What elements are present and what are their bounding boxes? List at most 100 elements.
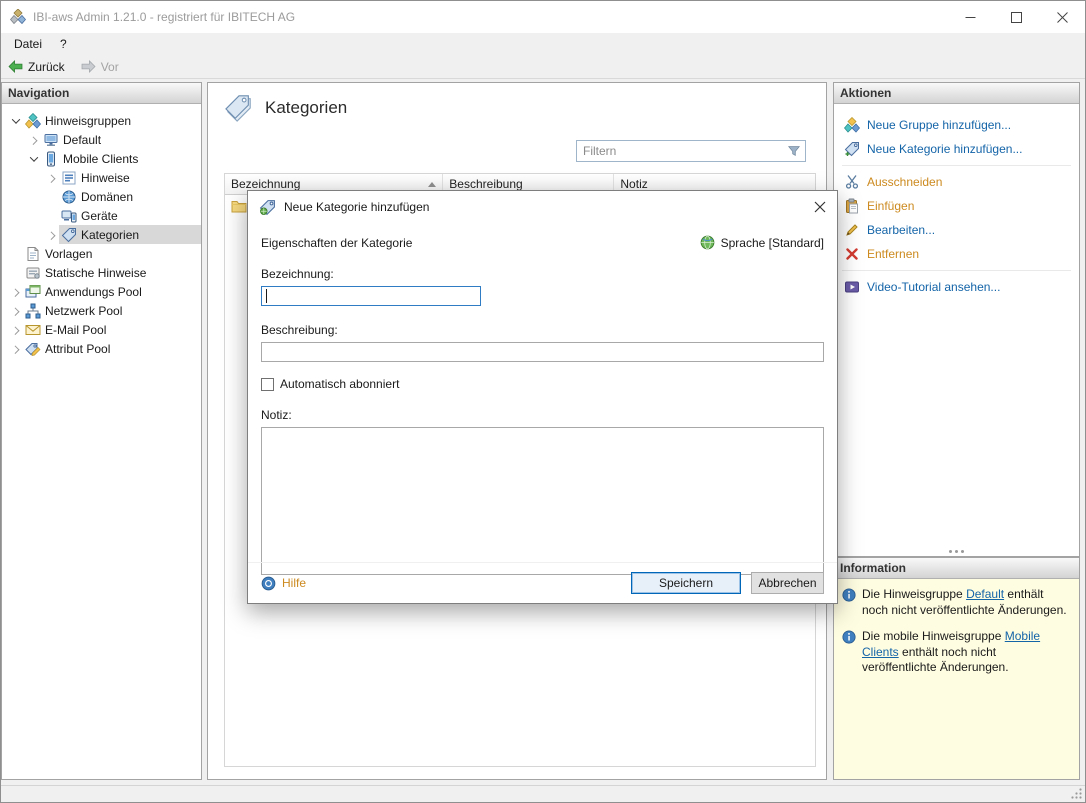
no-chevron: [44, 189, 59, 204]
dialog-footer: Hilfe Speichern Abbrechen: [248, 562, 837, 603]
cancel-button[interactable]: Abbrechen: [751, 572, 824, 594]
sidebar-item-hinweise[interactable]: Hinweise: [2, 168, 201, 187]
status-bar: [1, 785, 1085, 802]
sidebar-item-label: Netzwerk Pool: [45, 304, 122, 318]
attribute-pool-icon: [25, 341, 41, 357]
sidebar-item-statische-hinweise[interactable]: Statische Hinweise: [2, 263, 201, 282]
no-chevron: [8, 265, 23, 280]
no-chevron: [44, 208, 59, 223]
sidebar-item-label: Hinweisgruppen: [45, 114, 131, 128]
auto-subscribe-checkbox[interactable]: [261, 378, 274, 391]
chevron-right-icon[interactable]: [44, 227, 59, 242]
forward-label: Vor: [101, 60, 119, 74]
sidebar-item-hinweisgruppen[interactable]: Hinweisgruppen: [2, 111, 201, 130]
window-title: IBI-aws Admin 1.21.0 - registriert für I…: [33, 10, 295, 24]
new-group-icon: [844, 117, 860, 133]
chevron-down-icon[interactable]: [8, 113, 23, 128]
notiz-textarea[interactable]: [261, 427, 824, 575]
no-chevron: [8, 246, 23, 261]
action-edit[interactable]: Bearbeiten...: [834, 218, 1079, 242]
action-cut[interactable]: Ausschneiden: [834, 170, 1079, 194]
minimize-icon: [965, 12, 976, 23]
help-link[interactable]: Hilfe: [261, 576, 306, 591]
dialog-close-button[interactable]: [803, 192, 837, 222]
info-icon: [842, 630, 856, 644]
back-button[interactable]: Zurück: [8, 60, 65, 74]
sidebar-item-geraete[interactable]: Geräte: [2, 206, 201, 225]
resize-grip[interactable]: [1070, 787, 1083, 800]
chevron-right-icon[interactable]: [8, 284, 23, 299]
notiz-label: Notiz:: [261, 408, 824, 422]
static-hints-icon: [25, 265, 41, 281]
info-note: Die Hinweisgruppe Default enthält noch n…: [842, 587, 1071, 618]
hints-icon: [61, 170, 77, 186]
menu-datei[interactable]: Datei: [5, 34, 51, 54]
filter-box: [576, 140, 806, 162]
close-button[interactable]: [1039, 1, 1085, 33]
client-group-icon: [43, 132, 59, 148]
action-new-group[interactable]: Neue Gruppe hinzufügen...: [834, 113, 1079, 137]
chevron-right-icon[interactable]: [44, 170, 59, 185]
categories-icon: [61, 227, 77, 243]
minimize-button[interactable]: [947, 1, 993, 33]
folder-icon: [231, 199, 247, 213]
dialog-section-label: Eigenschaften der Kategorie: [261, 236, 412, 250]
bezeichnung-label: Bezeichnung:: [261, 267, 824, 281]
sidebar-item-label: Attribut Pool: [45, 342, 110, 356]
language-selector[interactable]: Sprache [Standard]: [700, 235, 824, 250]
sort-asc-icon: [428, 182, 436, 187]
back-label: Zurück: [28, 60, 65, 74]
save-button[interactable]: Speichern: [631, 572, 741, 594]
page-title: Kategorien: [265, 98, 347, 118]
action-paste[interactable]: Einfügen: [834, 194, 1079, 218]
dialog-title: Neue Kategorie hinzufügen: [284, 200, 429, 214]
dialog-category-icon: [259, 199, 276, 216]
delete-icon: [844, 246, 860, 262]
forward-arrow-icon: [81, 60, 96, 73]
actions-list: Neue Gruppe hinzufügen... Neue Kategorie…: [834, 104, 1079, 299]
sidebar-item-domaenen[interactable]: Domänen: [2, 187, 201, 206]
sidebar-item-vorlagen[interactable]: Vorlagen: [2, 244, 201, 263]
selected-tree-item[interactable]: Kategorien: [59, 225, 201, 244]
actions-separator: [842, 270, 1071, 271]
sidebar-item-default[interactable]: Default: [2, 130, 201, 149]
menu-help[interactable]: ?: [51, 34, 76, 54]
sidebar-item-label: Vorlagen: [45, 247, 92, 261]
chevron-right-icon[interactable]: [8, 303, 23, 318]
link-default[interactable]: Default: [966, 587, 1004, 601]
mobile-group-icon: [43, 151, 59, 167]
new-category-icon: [844, 141, 860, 157]
sidebar-item-label: Kategorien: [81, 228, 139, 242]
sidebar-item-email-pool[interactable]: E-Mail Pool: [2, 320, 201, 339]
actions-header: Aktionen: [834, 83, 1079, 104]
panel-splitter[interactable]: [834, 550, 1079, 553]
filter-funnel-icon[interactable]: [787, 144, 801, 158]
filter-input[interactable]: [576, 140, 806, 162]
close-icon: [1057, 12, 1068, 23]
paste-icon: [844, 198, 860, 214]
chevron-right-icon[interactable]: [8, 341, 23, 356]
chevron-right-icon[interactable]: [8, 322, 23, 337]
beschreibung-input[interactable]: [261, 342, 824, 362]
maximize-icon: [1011, 12, 1022, 23]
sidebar-item-netzwerk-pool[interactable]: Netzwerk Pool: [2, 301, 201, 320]
menu-bar: Datei ?: [1, 33, 1085, 55]
sidebar-item-label: E-Mail Pool: [45, 323, 106, 337]
sidebar-item-attribut-pool[interactable]: Attribut Pool: [2, 339, 201, 358]
chevron-right-icon[interactable]: [26, 132, 41, 147]
action-video-tutorial[interactable]: Video-Tutorial ansehen...: [834, 275, 1079, 299]
actions-panel: Aktionen Neue Gruppe hinzufügen... Neue …: [833, 82, 1080, 557]
categories-header-icon: [224, 94, 254, 122]
sidebar-item-mobile-clients[interactable]: Mobile Clients: [2, 149, 201, 168]
bezeichnung-input[interactable]: [261, 286, 481, 306]
help-icon: [261, 576, 276, 591]
application-pool-icon: [25, 284, 41, 300]
page-title-row: Kategorien: [224, 94, 347, 122]
action-new-category[interactable]: Neue Kategorie hinzufügen...: [834, 137, 1079, 161]
chevron-down-icon[interactable]: [26, 151, 41, 166]
maximize-button[interactable]: [993, 1, 1039, 33]
sidebar-item-kategorien[interactable]: Kategorien: [2, 225, 201, 244]
forward-button[interactable]: Vor: [81, 60, 119, 74]
sidebar-item-anwendungs-pool[interactable]: Anwendungs Pool: [2, 282, 201, 301]
action-delete[interactable]: Entfernen: [834, 242, 1079, 266]
